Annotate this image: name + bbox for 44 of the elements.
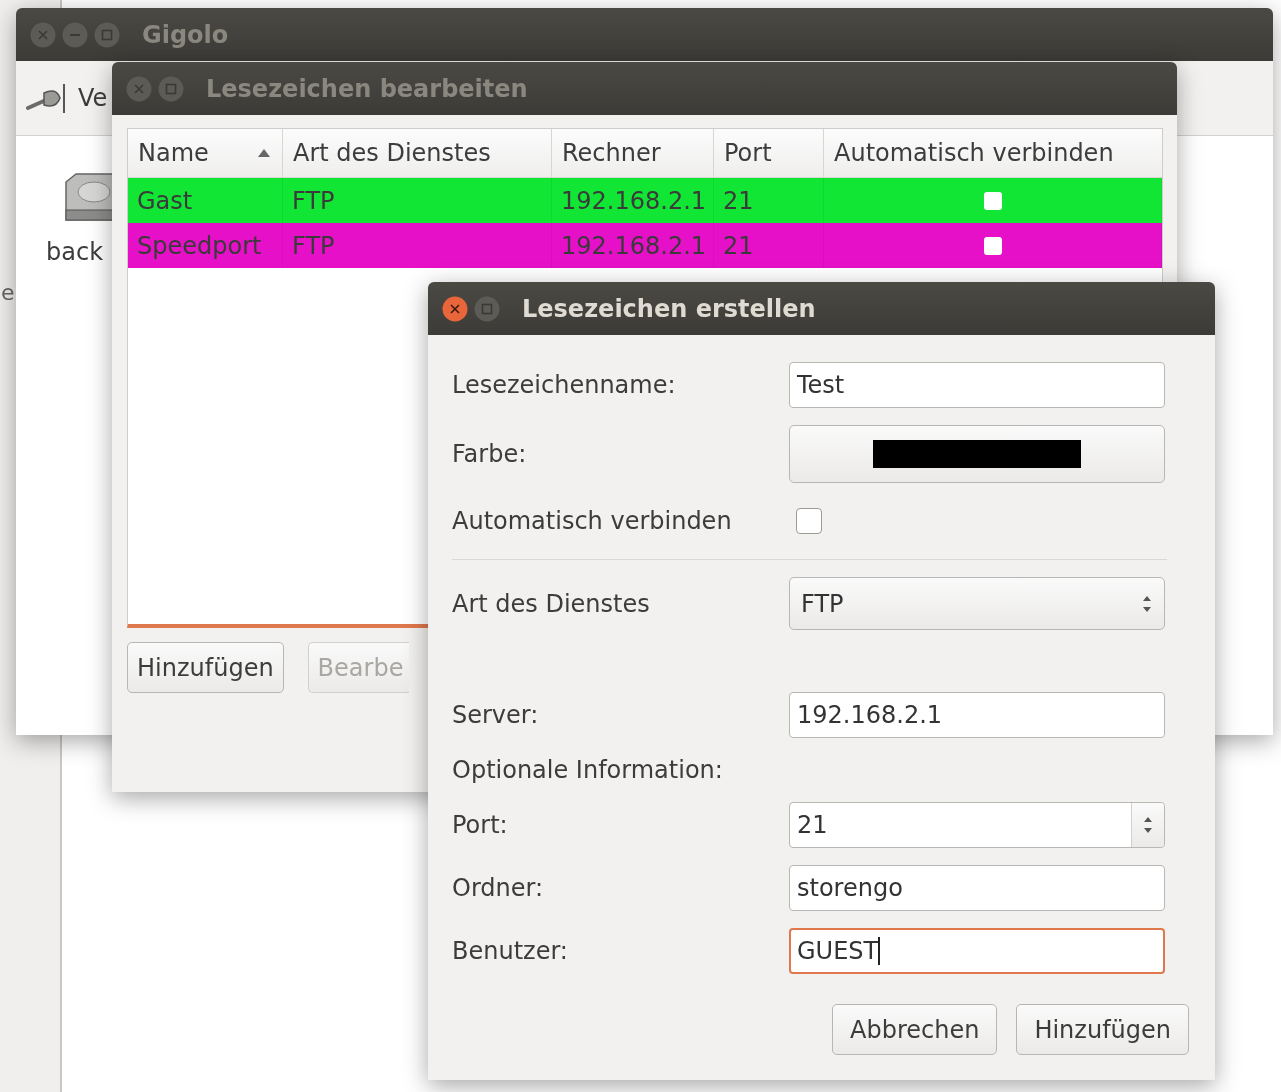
connect-button[interactable]: Ve bbox=[26, 81, 108, 115]
table-cell: 192.168.2.1 bbox=[552, 223, 714, 268]
up-down-arrows-icon[interactable] bbox=[1143, 815, 1153, 835]
field-label: Server: bbox=[452, 701, 540, 729]
column-header[interactable]: Rechner bbox=[552, 129, 714, 177]
table-row[interactable]: Gast FTP 192.168.2.1 21 bbox=[128, 178, 1162, 223]
sidebar-text: e bbox=[1, 280, 15, 305]
column-header[interactable]: Automatisch verbinden bbox=[824, 129, 1162, 177]
minimize-icon[interactable] bbox=[62, 21, 88, 48]
checkbox[interactable] bbox=[983, 236, 1002, 255]
cancel-button[interactable]: Abbrechen bbox=[832, 1004, 998, 1055]
checkbox[interactable] bbox=[796, 508, 822, 534]
checkbox[interactable] bbox=[983, 191, 1002, 210]
window-title: Gigolo bbox=[142, 20, 229, 49]
window-title: Lesezeichen bearbeiten bbox=[206, 74, 528, 103]
input-field[interactable]: GUEST bbox=[789, 928, 1165, 974]
table-cell: FTP bbox=[283, 223, 552, 268]
field-label: Farbe: bbox=[452, 440, 528, 468]
add-button[interactable]: Hinzufügen bbox=[127, 642, 284, 693]
field-label: Art des Dienstes bbox=[452, 589, 651, 618]
field-label: Benutzer: bbox=[452, 937, 569, 965]
input-field[interactable]: 192.168.2.1 bbox=[789, 692, 1165, 738]
field-label: Automatisch verbinden bbox=[452, 507, 733, 535]
window-title: Lesezeichen erstellen bbox=[522, 294, 816, 323]
maximize-icon[interactable] bbox=[474, 295, 500, 322]
field-label: Port: bbox=[452, 811, 509, 839]
table-cell: 21 bbox=[714, 223, 824, 268]
column-header[interactable]: Port bbox=[714, 129, 824, 177]
input-field[interactable]: storengo bbox=[789, 865, 1165, 911]
field-label: Lesezeichenname: bbox=[452, 371, 677, 399]
column-header[interactable]: Art des Dienstes bbox=[283, 129, 552, 177]
bookmark-label[interactable]: back bbox=[46, 238, 104, 266]
spin-field[interactable]: 21 bbox=[789, 802, 1165, 848]
input-field[interactable]: Test bbox=[789, 362, 1165, 408]
field-label: Optionale Information: bbox=[452, 756, 724, 784]
field-label: Ordner: bbox=[452, 874, 545, 902]
maximize-icon[interactable] bbox=[158, 75, 184, 102]
table-cell: Speedport bbox=[128, 223, 283, 268]
add-button[interactable]: Hinzufügen bbox=[1016, 1004, 1189, 1055]
column-header[interactable]: Name bbox=[128, 129, 283, 177]
dropdown[interactable]: FTP bbox=[789, 577, 1165, 630]
maximize-icon[interactable] bbox=[94, 21, 120, 48]
color-button[interactable] bbox=[789, 425, 1165, 483]
close-icon[interactable] bbox=[442, 295, 468, 322]
